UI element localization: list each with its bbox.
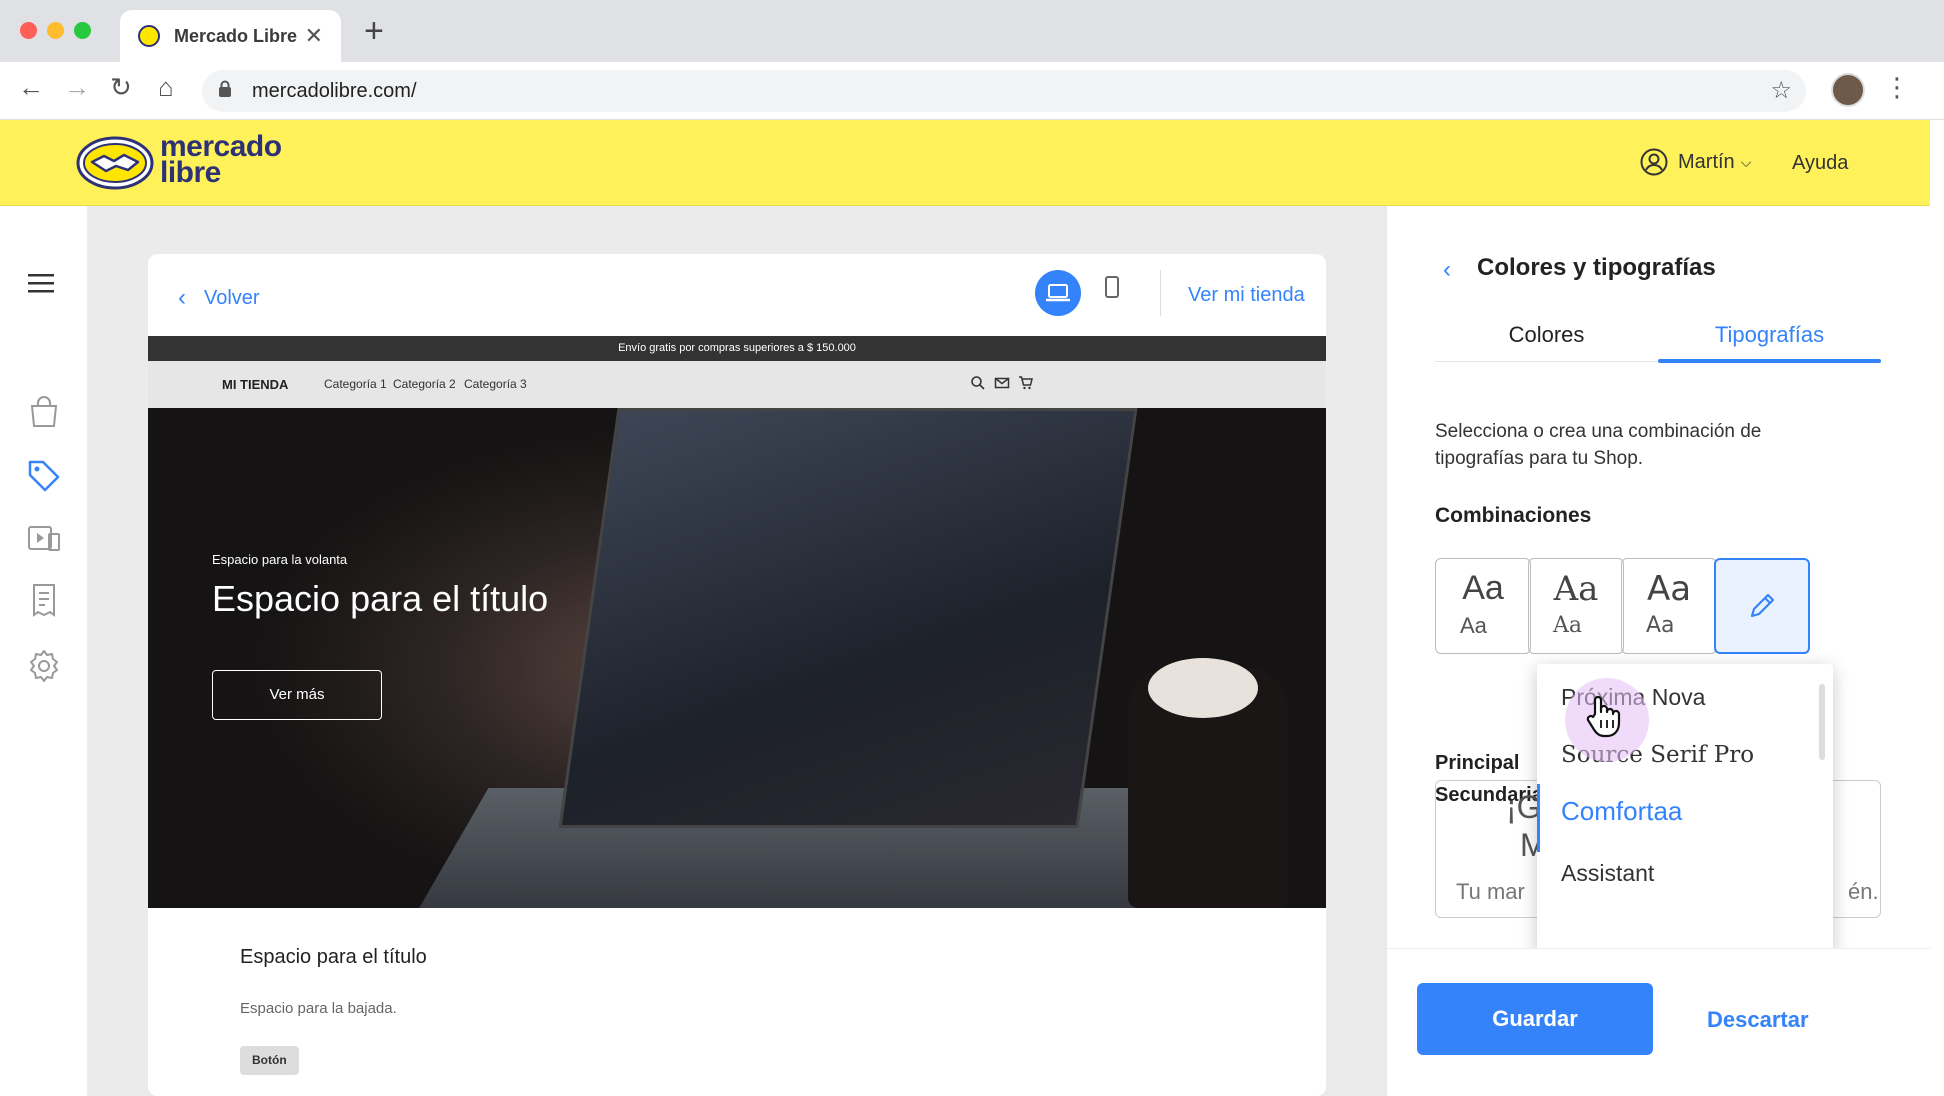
save-button[interactable]: Guardar — [1417, 983, 1653, 1055]
store-brand[interactable]: MI TIENDA — [222, 377, 288, 392]
minimize-window-button[interactable] — [47, 22, 64, 39]
hero-banner: Espacio para la volanta Espacio para el … — [148, 408, 1326, 908]
new-tab-icon[interactable]: + — [364, 14, 384, 48]
promo-bar: Envío gratis por compras superiores a $ … — [148, 336, 1326, 361]
back-label: Volver — [204, 286, 260, 309]
shopping-bag-icon[interactable] — [26, 394, 62, 430]
content-section: Espacio para el título Espacio para la b… — [148, 908, 1326, 1096]
combo-1-primary: Aa — [1462, 569, 1504, 607]
hand-pointer-cursor-icon — [1586, 695, 1621, 738]
mercadolibre-logo-icon[interactable] — [76, 136, 154, 190]
store-category-3[interactable]: Categoría 3 — [464, 377, 527, 391]
browser-tab-bar: Mercado Libre ✕ + — [0, 0, 1944, 62]
lock-icon — [219, 80, 231, 97]
section-subtitle: Espacio para la bajada. — [240, 1000, 397, 1017]
user-name: Martín — [1678, 150, 1735, 173]
close-tab-icon[interactable]: ✕ — [305, 23, 323, 49]
search-icon[interactable] — [970, 375, 986, 391]
custom-combination-button[interactable] — [1714, 558, 1810, 654]
font-combination-1[interactable]: Aa Aa — [1435, 558, 1531, 654]
browser-toolbar: ← → ↻ ⌂ mercadolibre.com/ ☆ ⋮ — [0, 62, 1944, 120]
store-category-1[interactable]: Categoría 1 — [324, 377, 387, 391]
principal-label: Principal — [1435, 752, 1520, 774]
hero-button[interactable]: Ver más — [212, 670, 382, 720]
tab-tipografias[interactable]: Tipografías — [1658, 322, 1881, 348]
laptop-icon — [1046, 284, 1070, 302]
section-title: Espacio para el título — [240, 946, 427, 968]
bookmark-star-icon[interactable]: ☆ — [1770, 76, 1792, 105]
media-icon[interactable] — [26, 520, 62, 556]
browser-menu-icon[interactable]: ⋮ — [1884, 74, 1910, 100]
mercadolibre-favicon-icon — [138, 25, 160, 47]
typography-panel: ‹ Colores y tipografías Colores Tipograf… — [1386, 206, 1931, 1096]
view-store-link[interactable]: Ver mi tienda — [1188, 284, 1305, 307]
combinations-label: Combinaciones — [1435, 504, 1592, 527]
discard-button[interactable]: Descartar — [1707, 1007, 1809, 1033]
toolbar-divider — [1160, 270, 1161, 316]
profile-avatar[interactable] — [1831, 73, 1865, 107]
home-icon[interactable]: ⌂ — [158, 74, 174, 100]
combo-3-secondary: Aa — [1646, 613, 1675, 638]
store-preview-card: ‹ Volver Ver mi tienda Envío gratis por … — [148, 254, 1326, 1096]
desktop-view-button[interactable] — [1035, 270, 1081, 316]
font-option-label: Assistant — [1561, 860, 1655, 886]
logo-text: mercado libre — [160, 132, 282, 189]
document-icon[interactable] — [26, 582, 62, 618]
reload-icon[interactable]: ↻ — [110, 74, 132, 100]
chevron-down-icon: ⌵ — [1740, 153, 1752, 170]
dropdown-scrollbar[interactable] — [1819, 684, 1825, 760]
address-bar[interactable]: mercadolibre.com/ ☆ — [202, 70, 1806, 112]
font-combination-2[interactable]: Aa Aa — [1528, 558, 1624, 654]
panel-title: Colores y tipografías — [1477, 254, 1716, 281]
mobile-view-button[interactable] — [1105, 276, 1119, 298]
hero-image-foam — [1148, 658, 1258, 718]
store-category-2[interactable]: Categoría 2 — [393, 377, 456, 391]
tab-colores[interactable]: Colores — [1435, 322, 1658, 348]
user-icon — [1640, 148, 1668, 176]
preview-toolbar: ‹ Volver Ver mi tienda — [148, 254, 1326, 336]
hero-title: Espacio para el título — [212, 578, 549, 619]
hero-volanta: Espacio para la volanta — [212, 552, 348, 567]
mail-icon[interactable] — [994, 375, 1010, 391]
forward-arrow-icon[interactable]: → — [64, 74, 90, 100]
font-option-assistant[interactable]: Assistant — [1537, 840, 1833, 910]
close-window-button[interactable] — [20, 22, 37, 39]
user-menu[interactable]: Martín ⌵ — [1640, 148, 1751, 176]
combo-2-secondary: Aa — [1553, 613, 1583, 638]
logo-line-2: libre — [160, 156, 221, 189]
tab-title: Mercado Libre — [174, 25, 298, 46]
combo-3-primary: Aa — [1646, 569, 1692, 609]
cart-icon[interactable] — [1018, 375, 1034, 391]
site-header: mercado libre Martín ⌵ Ayuda — [0, 120, 1930, 206]
active-tab-indicator — [1658, 359, 1881, 363]
store-navbar: MI TIENDA Categoría 1 Categoría 2 Catego… — [148, 361, 1326, 408]
font-option-label: Comfortaa — [1561, 796, 1683, 826]
editor-canvas: ‹ Volver Ver mi tienda Envío gratis por … — [88, 206, 1386, 1096]
panel-back-chevron-icon[interactable]: ‹ — [1443, 256, 1451, 284]
preview-line-4: én. — [1848, 879, 1879, 904]
panel-footer: Guardar Descartar — [1387, 948, 1931, 1096]
panel-description: Selecciona o crea una combinación de tip… — [1435, 421, 1762, 469]
panel-tabs: Colores Tipografías — [1435, 302, 1881, 363]
settings-gear-icon[interactable] — [26, 648, 62, 684]
back-arrow-icon[interactable]: ← — [18, 74, 44, 100]
url-text: mercadolibre.com/ — [252, 80, 417, 102]
left-sidebar — [0, 206, 88, 1096]
maximize-window-button[interactable] — [74, 22, 91, 39]
preview-line-3: Tu mar — [1456, 879, 1525, 904]
chevron-left-icon: ‹ — [178, 284, 186, 311]
price-tag-icon[interactable] — [26, 458, 62, 494]
combo-1-secondary: Aa — [1460, 613, 1487, 638]
hamburger-menu-icon[interactable] — [28, 272, 58, 296]
back-button[interactable]: ‹ Volver — [178, 284, 260, 312]
combo-2-primary: Aa — [1553, 569, 1599, 609]
font-combination-3[interactable]: Aa Aa — [1621, 558, 1717, 654]
section-button[interactable]: Botón — [240, 1046, 299, 1075]
pencil-icon — [1750, 593, 1775, 618]
help-link[interactable]: Ayuda — [1792, 152, 1848, 175]
hero-image-laptop — [558, 408, 1138, 828]
font-option-comfortaa[interactable]: Comfortaa — [1537, 776, 1833, 852]
browser-tab[interactable]: Mercado Libre ✕ — [120, 10, 341, 62]
